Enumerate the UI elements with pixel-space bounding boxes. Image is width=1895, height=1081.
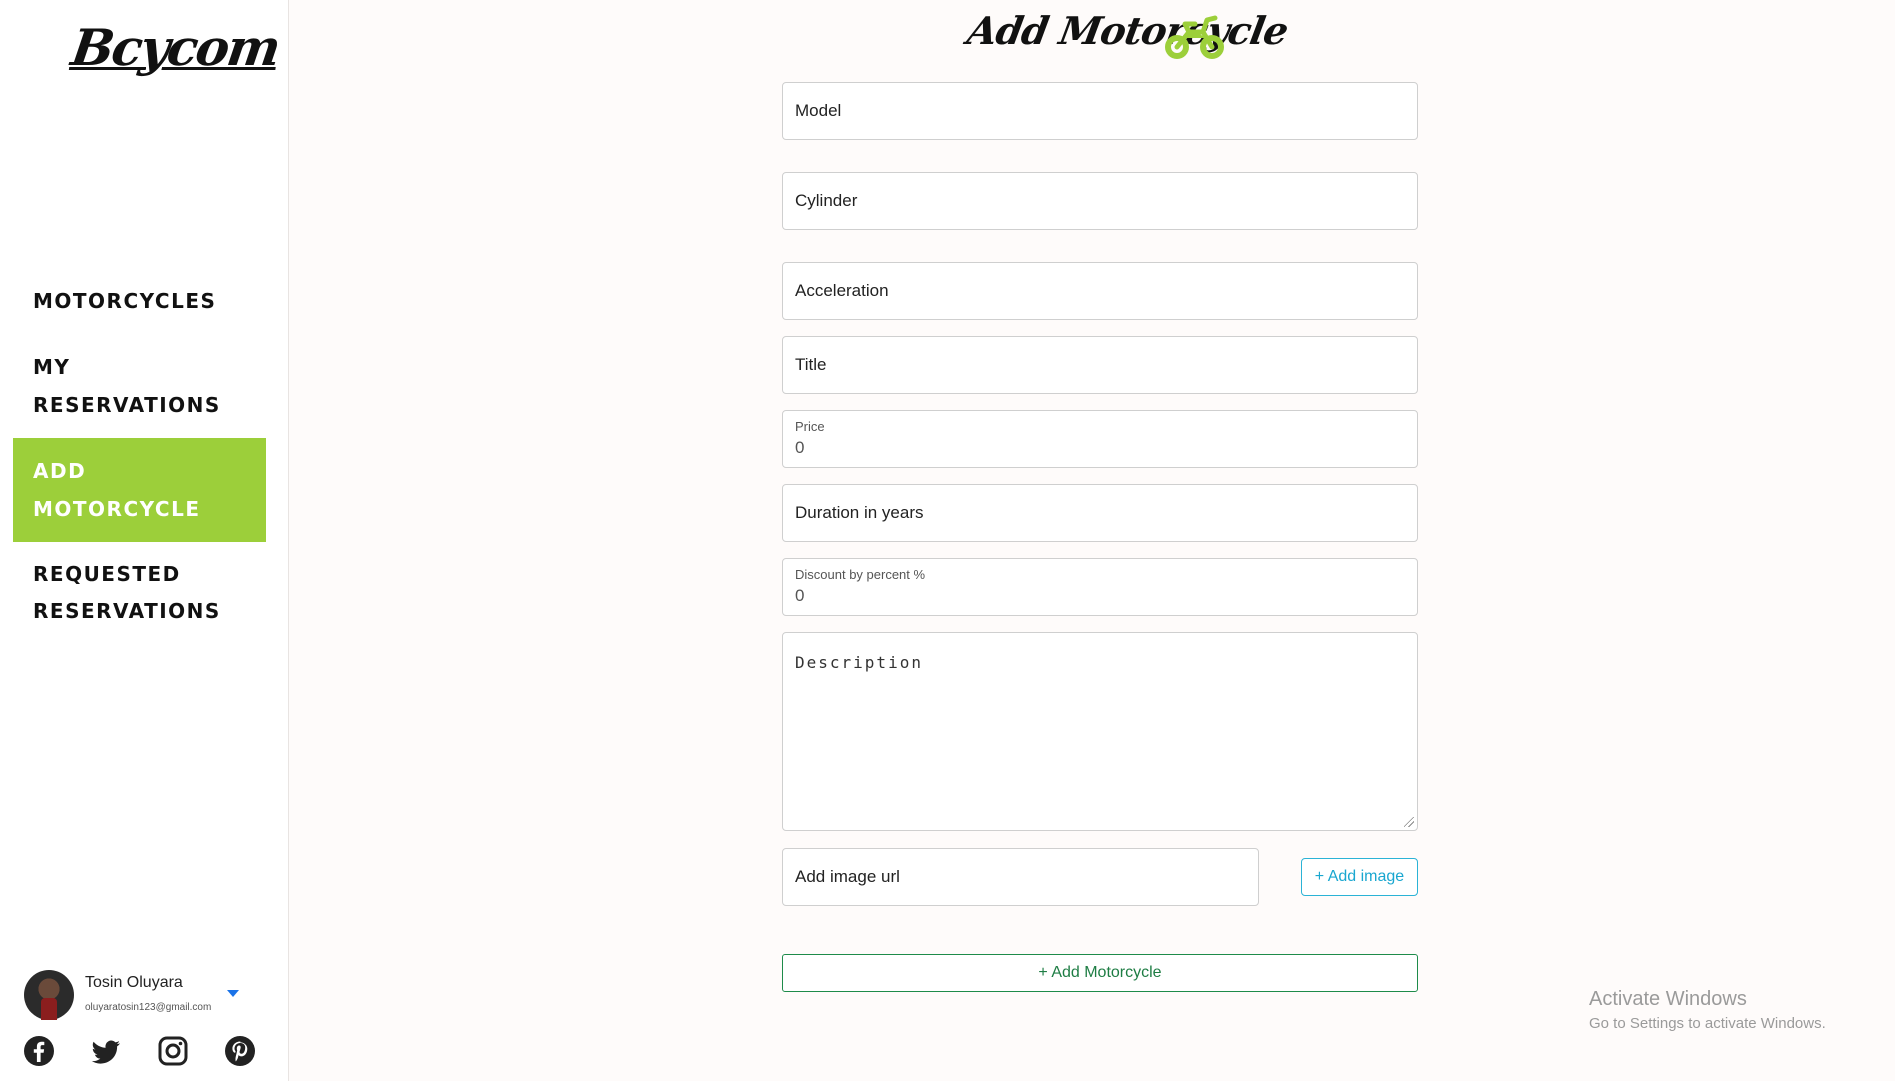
price-input[interactable]: [783, 411, 1417, 467]
sidebar: Bcycom MOTORCYCLES MY RESERVATIONS ADD M…: [0, 0, 289, 1081]
pinterest-icon[interactable]: [224, 1035, 256, 1067]
duration-field: [782, 484, 1418, 542]
description-textarea[interactable]: [783, 633, 1417, 830]
image-url-input[interactable]: [783, 849, 1258, 905]
acceleration-input[interactable]: [783, 263, 1417, 319]
main-nav: MOTORCYCLES MY RESERVATIONS ADD MOTORCYC…: [13, 268, 266, 644]
twitter-icon[interactable]: [90, 1035, 122, 1067]
facebook-icon[interactable]: [23, 1035, 55, 1067]
discount-label: Discount by percent %: [795, 567, 926, 582]
model-field: [782, 82, 1418, 140]
nav-item-my-reservations[interactable]: MY RESERVATIONS: [13, 334, 266, 438]
discount-field: Discount by percent %: [782, 558, 1418, 616]
add-image-button[interactable]: + Add image: [1301, 858, 1418, 896]
page-title: Add Motorcycle: [964, 8, 1292, 53]
user-email: oluyaratosin123@gmail.com: [85, 1002, 212, 1013]
watermark-title: Activate Windows: [1589, 988, 1747, 1010]
user-name: Tosin Oluyara: [85, 974, 183, 991]
cylinder-field: [782, 172, 1418, 230]
title-input[interactable]: [783, 337, 1417, 393]
add-motorcycle-button[interactable]: + Add Motorcycle: [782, 954, 1418, 992]
instagram-icon[interactable]: [157, 1035, 189, 1067]
title-field: [782, 336, 1418, 394]
cylinder-input[interactable]: [783, 173, 1417, 229]
avatar: [24, 970, 74, 1020]
activate-windows-watermark: Activate Windows Go to Settings to activ…: [1589, 988, 1826, 1032]
image-url-field: [782, 848, 1259, 906]
acceleration-field: [782, 262, 1418, 320]
chevron-down-icon[interactable]: [227, 990, 239, 997]
price-label: Price: [795, 419, 825, 434]
nav-item-requested-reservations[interactable]: REQUESTED RESERVATIONS: [13, 542, 266, 644]
nav-item-add-motorcycle[interactable]: ADD MOTORCYCLE: [13, 438, 266, 542]
user-profile[interactable]: Tosin Oluyara oluyaratosin123@gmail.com: [24, 970, 254, 1022]
nav-item-motorcycles[interactable]: MOTORCYCLES: [13, 268, 266, 334]
resize-handle[interactable]: [1404, 817, 1414, 827]
watermark-subtitle: Go to Settings to activate Windows.: [1589, 1015, 1826, 1032]
description-field: [782, 632, 1418, 831]
social-links: [23, 1035, 256, 1067]
duration-input[interactable]: [783, 485, 1417, 541]
app-logo[interactable]: Bcycom: [68, 18, 283, 77]
model-input[interactable]: [783, 83, 1417, 139]
motorcycle-icon: [1165, 15, 1224, 59]
price-field: Price: [782, 410, 1418, 468]
